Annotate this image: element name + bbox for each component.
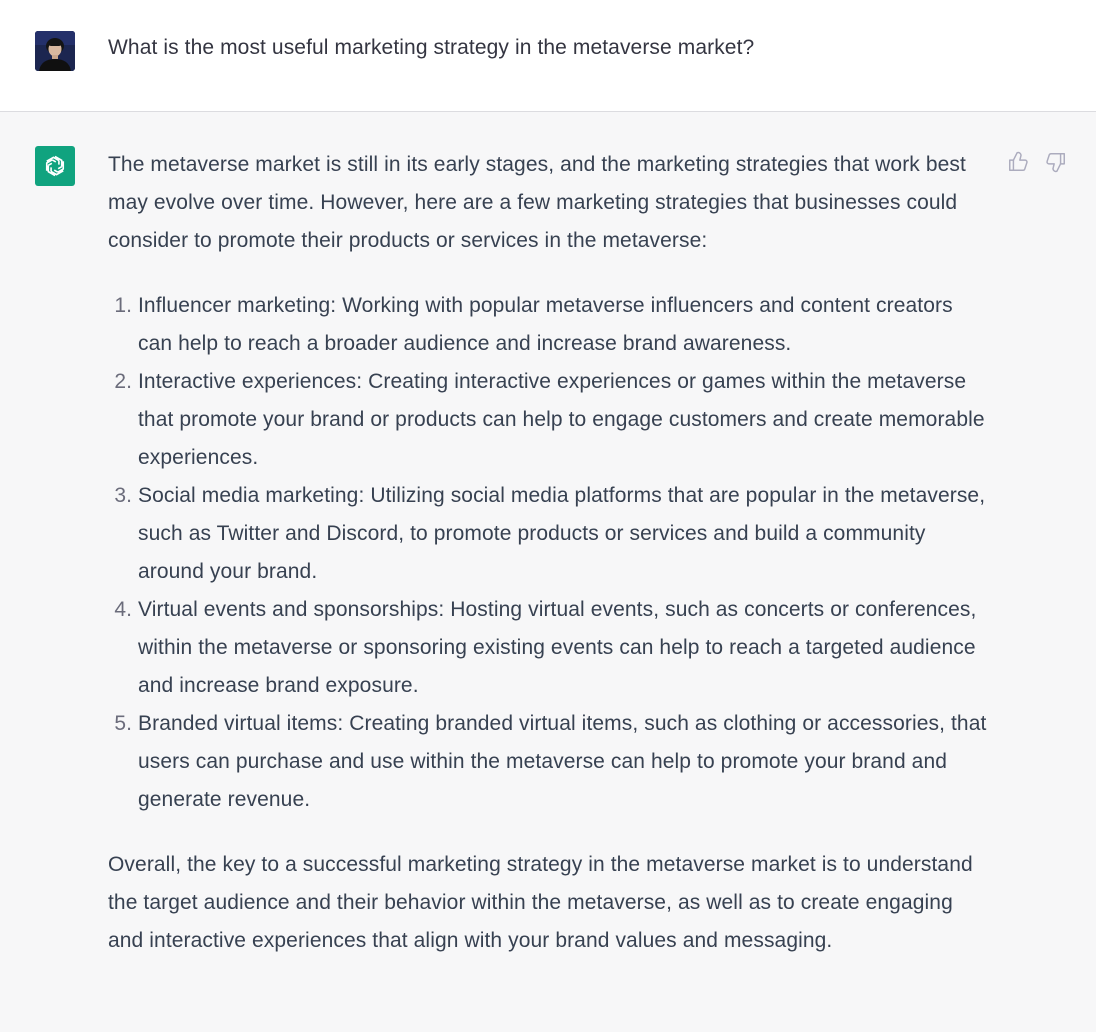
assistant-intro-paragraph: The metaverse market is still in its ear… bbox=[108, 153, 966, 252]
user-avatar bbox=[35, 31, 75, 71]
openai-logo-icon bbox=[45, 155, 65, 177]
thumbs-down-icon bbox=[1046, 153, 1065, 173]
assistant-message-content: The metaverse market is still in its ear… bbox=[108, 146, 988, 960]
user-photo-avatar bbox=[35, 31, 75, 71]
list-item: Social media marketing: Utilizing social… bbox=[138, 477, 988, 591]
assistant-message-row: The metaverse market is still in its ear… bbox=[0, 112, 1096, 1032]
thumbs-up-icon bbox=[1009, 151, 1028, 171]
thumbs-up-button[interactable] bbox=[1006, 150, 1030, 174]
list-item: Interactive experiences: Creating intera… bbox=[138, 363, 988, 477]
user-message-text: What is the most useful marketing strate… bbox=[108, 36, 755, 59]
list-item: Influencer marketing: Working with popul… bbox=[138, 287, 988, 363]
feedback-buttons bbox=[1006, 150, 1068, 174]
list-item: Branded virtual items: Creating branded … bbox=[138, 705, 988, 819]
strategy-list: Influencer marketing: Working with popul… bbox=[108, 287, 988, 819]
list-item: Virtual events and sponsorships: Hosting… bbox=[138, 591, 988, 705]
assistant-conclusion-paragraph: Overall, the key to a successful marketi… bbox=[108, 853, 973, 952]
assistant-avatar bbox=[35, 146, 75, 186]
thumbs-down-button[interactable] bbox=[1044, 150, 1068, 174]
user-message-row: What is the most useful marketing strate… bbox=[0, 0, 1096, 112]
